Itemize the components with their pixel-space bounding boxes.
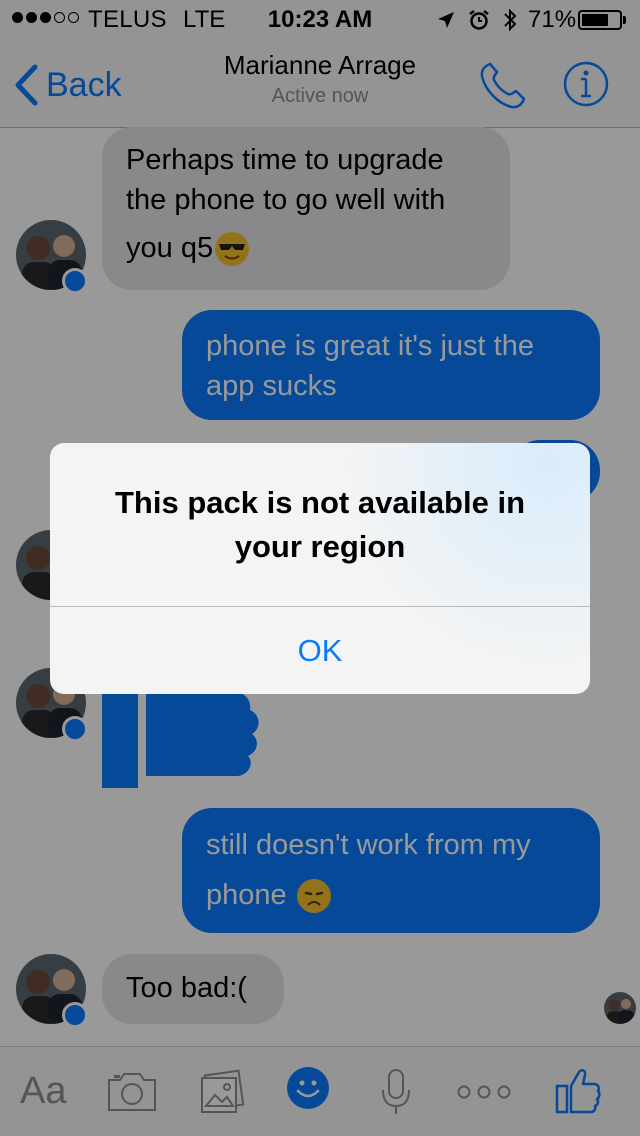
alert-title-line: This pack is not available in	[114, 485, 526, 520]
ok-button[interactable]: OK	[50, 607, 590, 694]
alert-dialog: This pack is not available in your regio…	[50, 443, 590, 694]
alert-title-line: your region	[234, 529, 406, 564]
alert-title: This pack is not available in your regio…	[50, 481, 590, 569]
